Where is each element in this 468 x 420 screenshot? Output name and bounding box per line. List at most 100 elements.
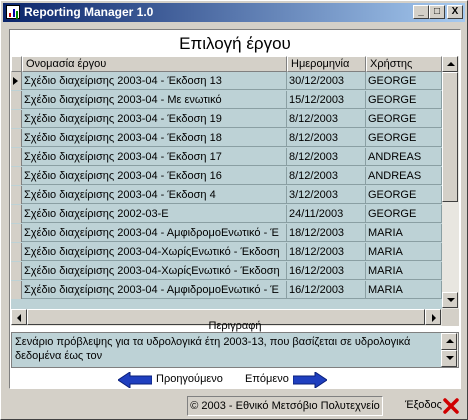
cell-date[interactable]: 18/12/2003 — [287, 243, 366, 261]
description-scroll-up[interactable] — [441, 333, 457, 350]
current-row-arrow-icon — [13, 77, 18, 85]
app-chart-icon — [6, 5, 20, 19]
row-indicator[interactable] — [11, 148, 22, 166]
description-label: Περιγραφή — [208, 320, 262, 332]
table-row[interactable]: Σχέδιο διαχείρισης 2003-04 - Έκδοση 19 8/… — [11, 110, 442, 128]
cell-project-name[interactable]: Σχέδιο διαχείρισης 2003-04 - Έκδοση 19 — [22, 110, 287, 128]
row-indicator[interactable] — [11, 205, 22, 223]
table-row[interactable]: Σχέδιο διαχείρισης 2003-04 - Έκδοση 13 30… — [11, 72, 442, 90]
up-arrow-icon — [447, 62, 455, 66]
cell-project-name[interactable]: Σχέδιο διαχείρισης 2003-04 - Με ενωτικό — [22, 91, 287, 109]
row-indicator[interactable] — [11, 243, 22, 261]
close-button[interactable]: X — [447, 5, 463, 19]
cell-date[interactable]: 3/12/2003 — [287, 186, 366, 204]
cell-user[interactable]: GEORGE — [366, 72, 442, 90]
description-scroll-down[interactable] — [441, 350, 457, 367]
cell-project-name[interactable]: Σχέδιο διαχείρισης 2003-04 - Έκδοση 13 — [22, 72, 287, 90]
right-arrow-icon — [293, 372, 327, 388]
cell-user[interactable]: ANDREAS — [366, 148, 442, 166]
cell-user[interactable]: MARIA — [366, 262, 442, 280]
status-bar: © 2003 - Εθνικό Μετσόβιο Πολυτεχνείο Έξο… — [5, 396, 465, 416]
cell-user[interactable]: MARIA — [366, 243, 442, 261]
cell-user[interactable]: ANDREAS — [366, 167, 442, 185]
projects-grid[interactable]: Ονομασία έργου Ημερομηνία Χρήστης Σχέδιο… — [11, 56, 442, 309]
row-indicator[interactable] — [11, 186, 22, 204]
cell-date[interactable]: 16/12/2003 — [287, 281, 366, 299]
cell-date[interactable]: 8/12/2003 — [287, 148, 366, 166]
close-x-icon — [443, 398, 459, 414]
cell-project-name[interactable]: Σχέδιο διαχείρισης 2003-04-ΧωρίςΕνωτικό … — [22, 243, 287, 261]
navigation-bar: Προηγούμενο Επόμενο — [10, 372, 460, 388]
table-row[interactable]: Σχέδιο διαχείρισης 2003-04 - Έκδοση 4 3/1… — [11, 186, 442, 204]
previous-label: Προηγούμενο — [156, 373, 223, 385]
next-label: Επόμενο — [245, 373, 289, 385]
cell-project-name[interactable]: Σχέδιο διαχείρισης 2003-04 - ΑμφιδρομοΕν… — [22, 224, 287, 242]
cell-project-name[interactable]: Σχέδιο διαχείρισης 2003-04-ΧωρίςΕνωτικό … — [22, 262, 287, 280]
cell-project-name[interactable]: Σχέδιο διαχείρισης 2003-04 - Έκδοση 16 — [22, 167, 287, 185]
table-row[interactable]: Σχέδιο διαχείρισης 2003-04 - Έκδοση 18 8/… — [11, 129, 442, 147]
cell-user[interactable]: GEORGE — [366, 91, 442, 109]
column-header-date[interactable]: Ημερομηνία — [287, 56, 366, 72]
row-indicator[interactable] — [11, 110, 22, 128]
maximize-button[interactable]: □ — [429, 5, 445, 19]
cell-date[interactable]: 30/12/2003 — [287, 72, 366, 90]
cell-date[interactable]: 18/12/2003 — [287, 224, 366, 242]
grid-header: Ονομασία έργου Ημερομηνία Χρήστης — [11, 56, 442, 72]
table-row[interactable]: Σχέδιο διαχείρισης 2003-04 - ΑμφιδρομοΕν… — [11, 281, 442, 299]
row-indicator[interactable] — [11, 224, 22, 242]
cell-date[interactable]: 24/11/2003 — [287, 205, 366, 223]
minimize-button[interactable]: _ — [413, 5, 429, 19]
up-arrow-icon — [446, 339, 454, 343]
row-indicator-header — [11, 56, 22, 72]
cell-project-name[interactable]: Σχέδιο διαχείρισης 2003-04 - Έκδοση 17 — [22, 148, 287, 166]
row-indicator[interactable] — [11, 281, 22, 299]
row-indicator[interactable] — [11, 129, 22, 147]
title-bar[interactable]: Reporting Manager 1.0 _ □ X — [3, 3, 465, 22]
left-arrow-icon — [118, 372, 152, 388]
table-row[interactable]: Σχέδιο διαχείρισης 2003-04 - Έκδοση 16 8/… — [11, 167, 442, 185]
down-arrow-icon — [447, 298, 455, 302]
cell-date[interactable]: 8/12/2003 — [287, 129, 366, 147]
cell-date[interactable]: 8/12/2003 — [287, 167, 366, 185]
cell-date[interactable]: 16/12/2003 — [287, 262, 366, 280]
table-row[interactable]: Σχέδιο διαχείρισης 2003-04-ΧωρίςΕνωτικό … — [11, 262, 442, 280]
cell-date[interactable]: 8/12/2003 — [287, 110, 366, 128]
grid-vertical-scrollbar[interactable] — [442, 56, 459, 309]
row-indicator[interactable] — [11, 72, 22, 90]
copyright-text: © 2003 - Εθνικό Μετσόβιο Πολυτεχνείο — [187, 396, 383, 416]
table-row[interactable]: Σχέδιο διαχείρισης 2002-03-E 24/11/2003 GE… — [11, 205, 442, 223]
cell-project-name[interactable]: Σχέδιο διαχείρισης 2003-04 - Έκδοση 4 — [22, 186, 287, 204]
exit-label: Έξοδος — [405, 399, 442, 411]
cell-user[interactable]: MARIA — [366, 224, 442, 242]
cell-user[interactable]: GEORGE — [366, 129, 442, 147]
window-title: Reporting Manager 1.0 — [24, 5, 154, 19]
vertical-scroll-thumb[interactable] — [442, 72, 458, 202]
page-title: Επιλογή έργου — [179, 34, 291, 53]
cell-user[interactable]: GEORGE — [366, 110, 442, 128]
scroll-down-button[interactable] — [442, 292, 458, 308]
app-window: Reporting Manager 1.0 _ □ X Επιλογή έργο… — [0, 0, 468, 420]
main-panel: Επιλογή έργου Ονομασία έργου Ημερομηνία … — [9, 29, 461, 389]
row-indicator[interactable] — [11, 262, 22, 280]
exit-button[interactable]: Έξοδος — [397, 396, 463, 416]
column-header-user[interactable]: Χρήστης — [366, 56, 442, 72]
cell-user[interactable]: GEORGE — [366, 205, 442, 223]
cell-project-name[interactable]: Σχέδιο διαχείρισης 2002-03-E — [22, 205, 287, 223]
row-indicator[interactable] — [11, 91, 22, 109]
table-row[interactable]: Σχέδιο διαχείρισης 2003-04 - Με ενωτικό 1… — [11, 91, 442, 109]
cell-project-name[interactable]: Σχέδιο διαχείρισης 2003-04 - Έκδοση 18 — [22, 129, 287, 147]
description-scrollbar[interactable] — [441, 333, 458, 367]
cell-user[interactable]: GEORGE — [366, 186, 442, 204]
cell-project-name[interactable]: Σχέδιο διαχείρισης 2003-04 - ΑμφιδρομοΕν… — [22, 281, 287, 299]
table-row[interactable]: Σχέδιο διαχείρισης 2003-04 - Έκδοση 17 8/… — [11, 148, 442, 166]
table-row[interactable]: Σχέδιο διαχείρισης 2003-04 - ΑμφιδρομοΕν… — [11, 224, 442, 242]
scroll-up-button[interactable] — [442, 56, 458, 72]
description-box[interactable]: Σενάριο πρόβλεψης για τα υδρολογικά έτη … — [11, 332, 459, 368]
description-text: Σενάριο πρόβλεψης για τα υδρολογικά έτη … — [15, 336, 411, 362]
column-header-name[interactable]: Ονομασία έργου — [22, 56, 287, 72]
table-row[interactable]: Σχέδιο διαχείρισης 2003-04-ΧωρίςΕνωτικό … — [11, 243, 442, 261]
down-arrow-icon — [446, 356, 454, 360]
row-indicator[interactable] — [11, 167, 22, 185]
cell-date[interactable]: 15/12/2003 — [287, 91, 366, 109]
cell-user[interactable]: MARIA — [366, 281, 442, 299]
